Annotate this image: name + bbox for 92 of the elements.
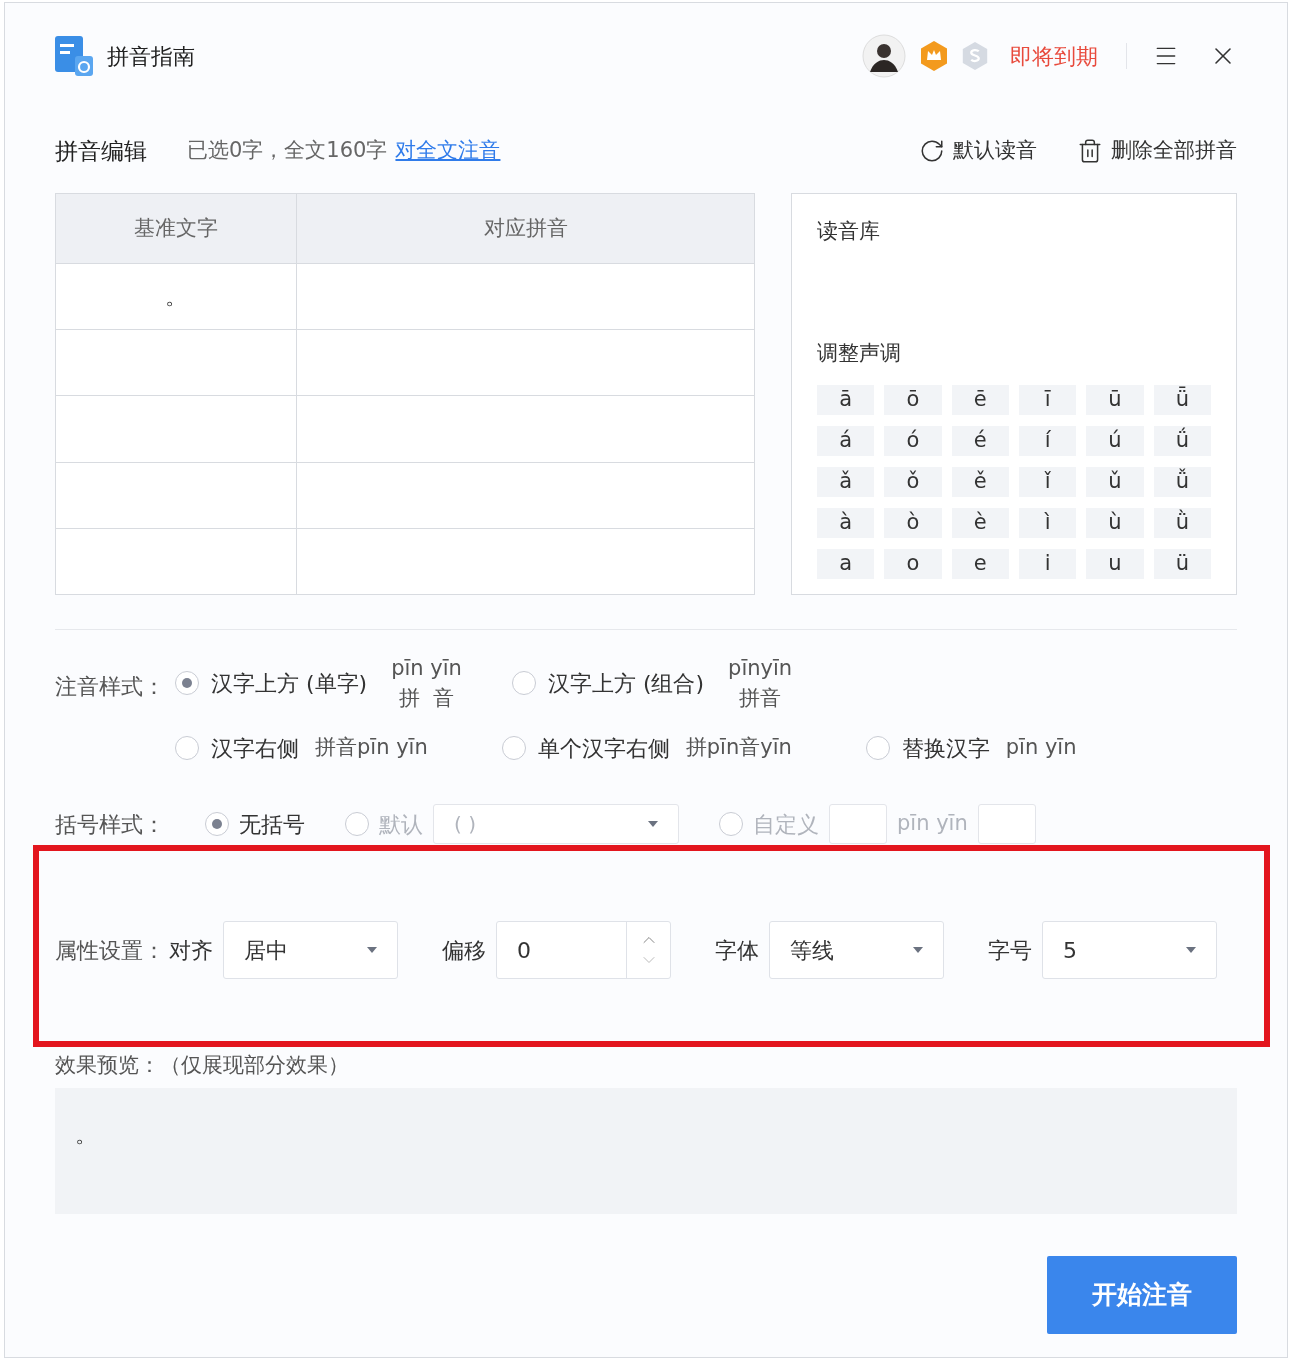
example-hanzi: 拼 音 bbox=[398, 685, 455, 712]
caret-icon bbox=[1186, 947, 1196, 953]
tone-key[interactable]: ī bbox=[1019, 385, 1077, 415]
tone-key[interactable]: ǎ bbox=[817, 467, 875, 497]
option-label: 无括号 bbox=[239, 810, 305, 839]
delete-pinyin-button[interactable]: 删除全部拼音 bbox=[1077, 135, 1237, 167]
tone-key[interactable]: ě bbox=[951, 467, 1009, 497]
field-label: 字号 bbox=[988, 936, 1032, 965]
radio-button[interactable] bbox=[205, 812, 229, 836]
radio-button[interactable] bbox=[865, 736, 890, 760]
section-title: 拼音编辑 bbox=[55, 136, 147, 166]
option-label: 默认 bbox=[379, 810, 423, 839]
tone-key[interactable]: i bbox=[1019, 549, 1077, 579]
example-hanzi: 拼音 bbox=[739, 685, 782, 712]
tone-key[interactable]: ò bbox=[884, 508, 942, 538]
example-text: pīn yīn bbox=[897, 810, 968, 838]
input-field[interactable] bbox=[977, 804, 1036, 844]
tone-key[interactable]: ǖ bbox=[1153, 385, 1211, 415]
input-field[interactable] bbox=[829, 804, 887, 844]
start-annotation-button[interactable]: 开始注音 bbox=[1047, 1255, 1237, 1334]
example-pinyin: pīnyīn bbox=[728, 655, 793, 682]
caret-icon bbox=[913, 947, 923, 953]
option-label: 汉字右侧 bbox=[211, 734, 299, 763]
annotate-all-link[interactable]: 对全文注音 bbox=[395, 135, 501, 167]
tone-key[interactable]: á bbox=[817, 426, 875, 456]
radio-button[interactable] bbox=[719, 812, 743, 836]
s-badge-icon[interactable] bbox=[960, 41, 990, 71]
dropdown[interactable]: 等线 bbox=[769, 921, 944, 979]
window-title: 拼音指南 bbox=[107, 42, 195, 71]
number-field[interactable]: 0 bbox=[496, 921, 671, 979]
caret-icon bbox=[648, 821, 658, 827]
tone-key[interactable]: ǒ bbox=[884, 467, 942, 497]
panel-title: 读音库 bbox=[817, 218, 881, 245]
field-label: 字体 bbox=[715, 936, 759, 965]
option-label: 替换汉字 bbox=[901, 734, 990, 763]
tone-key[interactable]: u bbox=[1086, 549, 1144, 579]
tone-key[interactable]: é bbox=[951, 426, 1009, 456]
panel-subtitle: 调整声调 bbox=[817, 339, 902, 367]
document-icon bbox=[55, 36, 93, 76]
preview-text: 。 bbox=[75, 1121, 97, 1147]
crown-badge-icon[interactable] bbox=[918, 40, 950, 72]
tone-key[interactable]: ü bbox=[1153, 549, 1211, 579]
field-label: 属性设置： bbox=[55, 936, 165, 965]
tone-key[interactable]: ō bbox=[884, 385, 942, 415]
column-header: 对应拼音 bbox=[482, 214, 569, 242]
example-text: pīn yīn bbox=[1005, 734, 1077, 762]
field-label: 注音样式： bbox=[55, 673, 166, 701]
radio-button[interactable] bbox=[501, 736, 526, 760]
radio-button[interactable] bbox=[175, 736, 199, 760]
tone-key[interactable]: í bbox=[1019, 426, 1077, 456]
option-label: 单个汉字右侧 bbox=[537, 734, 670, 763]
example-text: 拼pīn音yīn bbox=[685, 734, 792, 762]
selection-summary: 已选0字，全文160字 bbox=[187, 137, 388, 165]
field-label: 括号样式： bbox=[55, 810, 165, 839]
tone-key[interactable]: o bbox=[884, 549, 942, 579]
tone-key[interactable]: ǜ bbox=[1153, 508, 1211, 538]
example-pinyin: pīn yīn bbox=[391, 655, 462, 682]
trash-icon bbox=[1077, 138, 1103, 164]
expiry-status[interactable]: 即将到期 bbox=[1010, 39, 1098, 73]
radio-button[interactable] bbox=[175, 671, 199, 695]
column-header: 基准文字 bbox=[56, 194, 297, 263]
field-label: 对齐 bbox=[169, 936, 213, 965]
radio-button[interactable] bbox=[511, 671, 536, 695]
tone-key[interactable]: ǔ bbox=[1086, 467, 1144, 497]
preview-label: 效果预览：（仅展现部分效果） bbox=[55, 1052, 350, 1079]
caret-icon bbox=[367, 947, 377, 953]
tone-key[interactable]: à bbox=[817, 508, 875, 538]
tone-key[interactable]: ē bbox=[951, 385, 1009, 415]
tone-key[interactable]: ù bbox=[1086, 508, 1144, 538]
tone-key[interactable]: ā bbox=[817, 385, 875, 415]
option-label: 自定义 bbox=[753, 810, 819, 839]
option-label: 汉字上方 (组合) bbox=[547, 669, 705, 698]
option-label: 汉字上方 (单字) bbox=[211, 669, 368, 698]
dropdown[interactable]: 5 bbox=[1042, 921, 1217, 979]
tone-key[interactable]: e bbox=[951, 549, 1009, 579]
field-label: 偏移 bbox=[442, 936, 486, 965]
dropdown[interactable]: 居中 bbox=[223, 921, 398, 979]
avatar-icon[interactable] bbox=[862, 34, 906, 78]
example-text: 拼音pīn yīn bbox=[315, 734, 428, 762]
tone-key[interactable]: ì bbox=[1019, 508, 1077, 538]
tone-key[interactable]: ǘ bbox=[1153, 426, 1211, 456]
radio-button[interactable] bbox=[345, 812, 369, 836]
tone-key[interactable]: ú bbox=[1086, 426, 1144, 456]
refresh-icon bbox=[919, 138, 945, 164]
tone-key[interactable]: ó bbox=[884, 426, 942, 456]
tone-key[interactable]: ū bbox=[1086, 385, 1144, 415]
default-reading-button[interactable]: 默认读音 bbox=[919, 135, 1037, 167]
tone-key[interactable]: è bbox=[951, 508, 1009, 538]
tone-key[interactable]: ǚ bbox=[1153, 467, 1211, 497]
tone-key[interactable]: ǐ bbox=[1019, 467, 1077, 497]
table-cell-text: 。 bbox=[165, 283, 187, 312]
tone-key[interactable]: a bbox=[817, 549, 875, 579]
